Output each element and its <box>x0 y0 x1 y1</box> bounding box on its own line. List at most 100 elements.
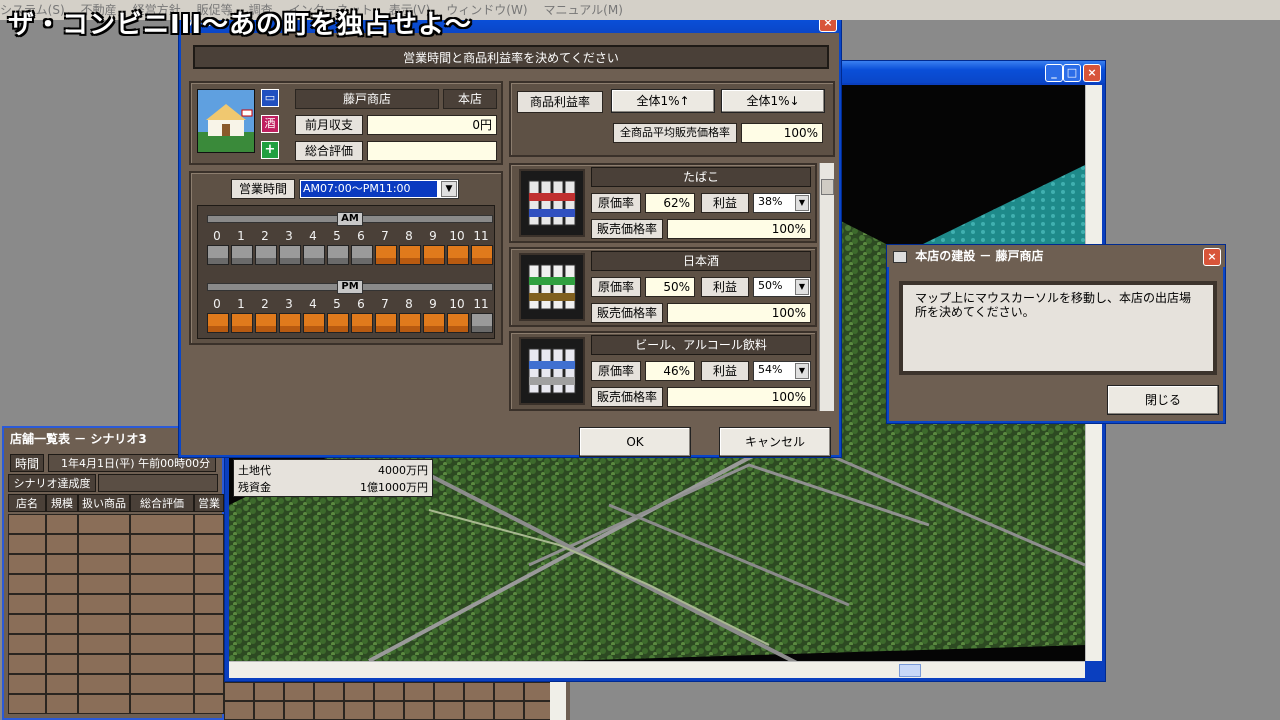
store-list-cell[interactable] <box>374 682 404 701</box>
store-list-cell[interactable] <box>194 594 224 614</box>
store-list-cell[interactable] <box>254 682 284 701</box>
pm-hour-toggle[interactable] <box>279 313 301 333</box>
all-up-button[interactable]: 全体1%↑ <box>611 89 715 113</box>
store-list-cell[interactable] <box>344 682 374 701</box>
am-hour-toggle[interactable] <box>255 245 277 265</box>
store-list-column-header[interactable]: 規模 <box>46 494 78 512</box>
store-list-cell[interactable] <box>46 654 78 674</box>
store-list-cell[interactable] <box>224 682 254 701</box>
pm-hour-toggle[interactable] <box>423 313 445 333</box>
ok-button[interactable]: OK <box>579 427 691 457</box>
am-hour-toggle[interactable] <box>447 245 469 265</box>
store-list-cell[interactable] <box>130 594 194 614</box>
pm-hour-toggle[interactable] <box>351 313 373 333</box>
am-hour-toggle[interactable] <box>231 245 253 265</box>
store-list-cell[interactable] <box>46 594 78 614</box>
store-list-cell[interactable] <box>130 694 194 714</box>
store-list-cell[interactable] <box>8 554 46 574</box>
am-hour-toggle[interactable] <box>327 245 349 265</box>
store-list-cell[interactable] <box>494 701 524 720</box>
store-list-cell[interactable] <box>194 514 224 534</box>
store-list-cell[interactable] <box>130 634 194 654</box>
store-list-cell[interactable] <box>8 514 46 534</box>
profit-select[interactable]: 54% ▼ <box>753 361 811 381</box>
store-list-cell[interactable] <box>78 514 130 534</box>
store-list-cell[interactable] <box>130 574 194 594</box>
chevron-down-icon[interactable]: ▼ <box>795 363 809 379</box>
store-list-cell[interactable] <box>284 701 314 720</box>
close-icon[interactable]: × <box>1203 248 1221 266</box>
store-list-cell[interactable] <box>404 701 434 720</box>
close-icon[interactable]: × <box>1083 64 1101 82</box>
store-list-cell[interactable] <box>194 634 224 654</box>
am-hour-toggle[interactable] <box>471 245 493 265</box>
store-list-cell[interactable] <box>194 554 224 574</box>
store-list-cell[interactable] <box>224 701 254 720</box>
store-list-cell[interactable] <box>46 694 78 714</box>
store-list-cell[interactable] <box>130 674 194 694</box>
store-list-cell[interactable] <box>8 594 46 614</box>
store-list-cell[interactable] <box>78 534 130 554</box>
cancel-button[interactable]: キャンセル <box>719 427 831 457</box>
store-list-cell[interactable] <box>130 654 194 674</box>
maximize-icon[interactable]: □ <box>1063 64 1081 82</box>
store-list-cell[interactable] <box>130 554 194 574</box>
am-hour-toggle[interactable] <box>399 245 421 265</box>
store-list-cell[interactable] <box>374 701 404 720</box>
store-list-cell[interactable] <box>78 554 130 574</box>
close-button[interactable]: 閉じる <box>1107 385 1219 415</box>
store-list-cell[interactable] <box>284 682 314 701</box>
am-hour-toggle[interactable] <box>351 245 373 265</box>
hours-select[interactable]: AM07:00～PM11:00 ▼ <box>299 179 459 199</box>
pm-hour-toggle[interactable] <box>447 313 469 333</box>
store-list-cell[interactable] <box>8 534 46 554</box>
minimize-icon[interactable]: _ <box>1045 64 1063 82</box>
pm-hour-toggle[interactable] <box>399 313 421 333</box>
store-list-cell[interactable] <box>8 574 46 594</box>
build-dialog-titlebar[interactable]: 本店の建設 － 藤戸商店 × <box>887 245 1225 267</box>
store-list-column-header[interactable]: 営業 <box>194 494 224 512</box>
store-list-cell[interactable] <box>404 682 434 701</box>
store-list-cell[interactable] <box>194 674 224 694</box>
store-list-cell[interactable] <box>314 682 344 701</box>
store-list-cell[interactable] <box>344 701 374 720</box>
store-list-cell[interactable] <box>78 634 130 654</box>
store-list-cell[interactable] <box>314 701 344 720</box>
am-hour-toggle[interactable] <box>423 245 445 265</box>
store-list-cell[interactable] <box>46 674 78 694</box>
alcohol-icon[interactable]: 酒 <box>261 115 279 133</box>
pm-hour-toggle[interactable] <box>207 313 229 333</box>
pm-hour-toggle[interactable] <box>255 313 277 333</box>
store-list-cell[interactable] <box>254 701 284 720</box>
store-list-cell[interactable] <box>494 682 524 701</box>
store-list-cell[interactable] <box>464 682 494 701</box>
store-list-cell[interactable] <box>46 534 78 554</box>
store-list-cell[interactable] <box>8 654 46 674</box>
store-list-cell[interactable] <box>78 674 130 694</box>
store-list-cell[interactable] <box>46 514 78 534</box>
pm-hour-toggle[interactable] <box>471 313 493 333</box>
map-horizontal-scrollbar[interactable] <box>229 661 1085 678</box>
all-down-button[interactable]: 全体1%↓ <box>721 89 825 113</box>
store-list-cell[interactable] <box>46 634 78 654</box>
store-list-cell[interactable] <box>8 634 46 654</box>
store-list-cell[interactable] <box>194 614 224 634</box>
am-hour-toggle[interactable] <box>303 245 325 265</box>
chevron-down-icon[interactable]: ▼ <box>441 181 457 197</box>
am-hour-toggle[interactable] <box>207 245 229 265</box>
map-scroll-thumb[interactable] <box>899 664 921 677</box>
pm-hour-toggle[interactable] <box>303 313 325 333</box>
store-list-cell[interactable] <box>194 654 224 674</box>
store-list-scrollbar[interactable] <box>550 682 566 720</box>
store-list-column-header[interactable]: 扱い商品 <box>78 494 130 512</box>
medical-cross-icon[interactable]: + <box>261 141 279 159</box>
store-list-cell[interactable] <box>194 534 224 554</box>
store-list-cell[interactable] <box>8 694 46 714</box>
pm-hour-toggle[interactable] <box>327 313 349 333</box>
store-list-cell[interactable] <box>130 534 194 554</box>
am-hour-toggles[interactable] <box>207 245 493 265</box>
am-hour-toggle[interactable] <box>279 245 301 265</box>
store-list-cell[interactable] <box>464 701 494 720</box>
store-list-cell[interactable] <box>434 701 464 720</box>
store-list-cell[interactable] <box>78 574 130 594</box>
